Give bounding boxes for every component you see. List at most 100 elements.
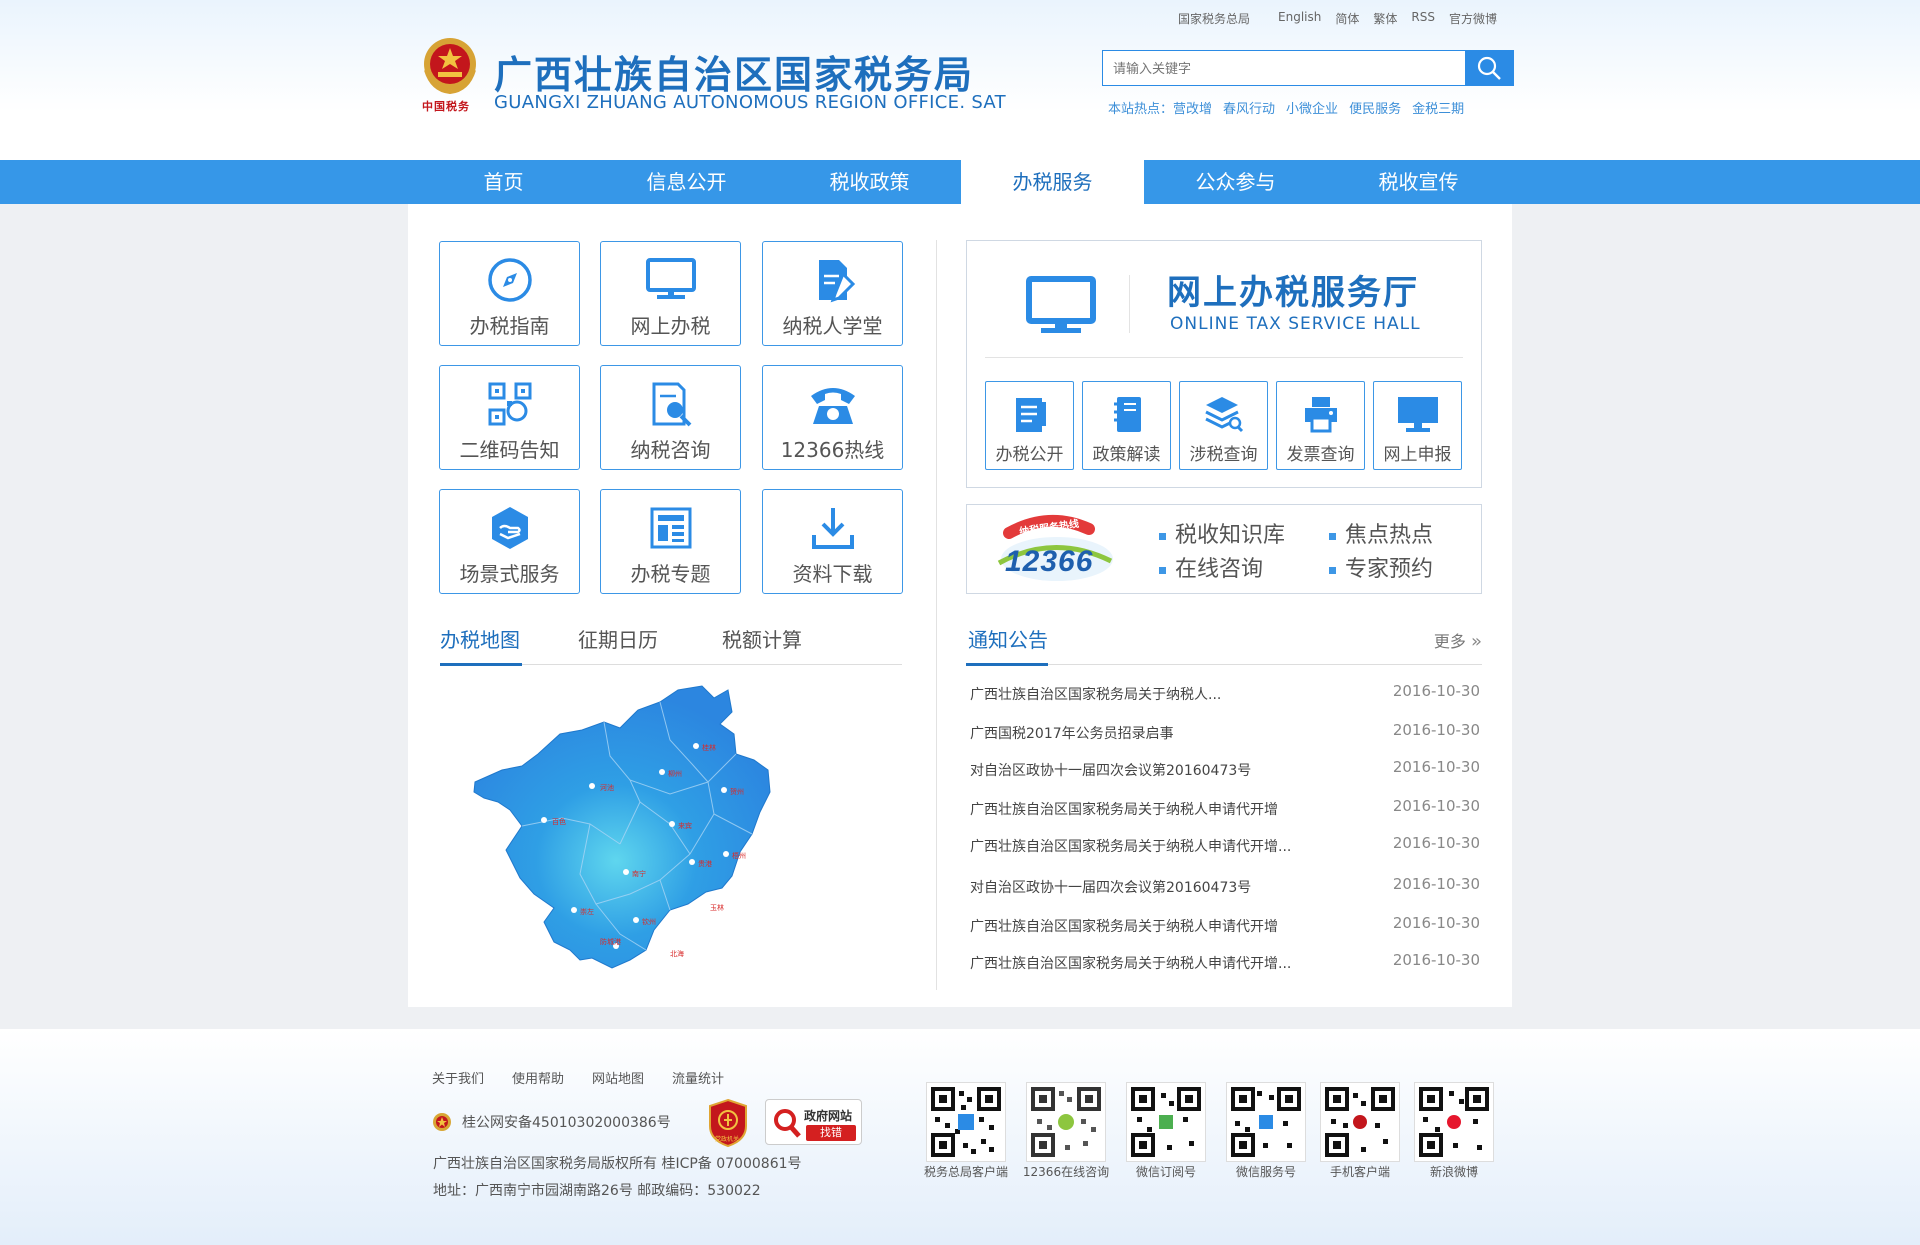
map-city-label[interactable]: 北海	[670, 949, 684, 958]
hand-box-icon	[491, 507, 528, 549]
hall-item-declare[interactable]: 网上申报	[1373, 381, 1462, 470]
service-label: 场景式服务	[459, 562, 560, 586]
download-tile[interactable]: 资料下载	[762, 489, 903, 594]
service-label: 纳税咨询	[630, 438, 711, 462]
footer-link-sitemap[interactable]: 网站地图	[592, 1068, 644, 1087]
nav-tax-service[interactable]: 办税服务	[961, 160, 1144, 206]
hot-link-small-business[interactable]: 小微企业	[1286, 98, 1338, 117]
hotline-12366-tile[interactable]: 12366热线	[762, 365, 903, 470]
top-link-english[interactable]: English	[1278, 10, 1321, 27]
hall-item-label: 网上申报	[1383, 445, 1452, 465]
top-link-traditional[interactable]: 繁体	[1373, 10, 1397, 27]
map-city-label[interactable]: 河池	[600, 783, 614, 792]
hall-item-policy[interactable]: 政策解读	[1082, 381, 1171, 470]
main-nav: 首页 信息公开 税收政策 办税服务 公众参与 税收宣传	[0, 160, 1920, 206]
hot-link-golden-tax[interactable]: 金税三期	[1412, 98, 1464, 117]
column-divider	[936, 240, 937, 990]
notice-row[interactable]: 广西壮族自治区国家税务局关于纳税人... 2016-10-30	[970, 682, 1480, 708]
map-city-label[interactable]: 钦州	[642, 917, 656, 926]
guangxi-map[interactable]: 桂林 柳州 河池 百色 贺州 来宾 梧州 南宁 贵港 崇左 玉林 钦州 防城港 …	[470, 684, 870, 974]
qrcode-wechat-subscribe[interactable]	[1126, 1082, 1206, 1162]
scenario-service-tile[interactable]: 场景式服务	[439, 489, 580, 594]
map-city-label[interactable]: 来宾	[678, 821, 692, 830]
footer-link-about[interactable]: 关于我们	[432, 1068, 484, 1087]
notice-row[interactable]: 广西国税2017年公务员招录启事 2016-10-30	[970, 721, 1480, 747]
service-guide-tile[interactable]: 办税指南	[439, 241, 580, 346]
police-record[interactable]: 桂公网安备45010302000386号	[432, 1112, 671, 1132]
hotline-logo-number: 12366	[1005, 545, 1094, 578]
hall-title-en: ONLINE TAX SERVICE HALL	[1170, 314, 1421, 334]
hall-item-query[interactable]: 涉税查询	[1179, 381, 1268, 470]
qrcode-mobile-client[interactable]	[1320, 1082, 1400, 1162]
qrcode-12366-consult[interactable]	[1026, 1082, 1106, 1162]
hall-item-invoice[interactable]: 发票查询	[1276, 381, 1365, 470]
online-consult-link[interactable]: 在线咨询	[1159, 551, 1263, 583]
layout-icon	[650, 507, 691, 549]
service-label: 纳税人学堂	[782, 314, 883, 338]
top-link-rss[interactable]: RSS	[1411, 10, 1435, 27]
notice-row[interactable]: 广西壮族自治区国家税务局关于纳税人申请代开增 2016-10-30	[970, 797, 1480, 823]
hall-title[interactable]: 网上办税服务厅	[1167, 265, 1419, 314]
tab-tax-map[interactable]: 办税地图	[440, 624, 520, 653]
taxpayer-school-tile[interactable]: 纳税人学堂	[762, 241, 903, 346]
map-city-label[interactable]: 百色	[552, 817, 566, 826]
knowledge-base-link[interactable]: 税收知识库	[1159, 517, 1285, 549]
notice-row[interactable]: 对自治区政协十一届四次会议第20160473号 2016-10-30	[970, 875, 1480, 901]
footer-link-stats[interactable]: 流量统计	[672, 1068, 724, 1087]
qrcode-label: 新浪微博	[1429, 1165, 1478, 1179]
hall-item-disclosure[interactable]: 办税公开	[985, 381, 1074, 470]
nav-info[interactable]: 信息公开	[595, 160, 778, 204]
tab-tax-calendar[interactable]: 征期日历	[578, 624, 658, 653]
police-badge-icon	[433, 1113, 451, 1131]
tax-consult-tile[interactable]: 纳税咨询	[600, 365, 741, 470]
nav-home[interactable]: 首页	[412, 160, 595, 204]
qrcode-wechat-service[interactable]	[1226, 1082, 1306, 1162]
map-city-label[interactable]: 贵港	[698, 859, 712, 868]
map-city-label[interactable]: 玉林	[710, 903, 724, 912]
notice-row[interactable]: 广西壮族自治区国家税务局关于纳税人申请代开增... 2016-10-30	[970, 951, 1480, 977]
online-hall-panel: 网上办税服务厅 ONLINE TAX SERVICE HALL 办税公开 政策解…	[966, 240, 1482, 488]
map-city-label[interactable]: 桂林	[702, 743, 716, 752]
online-tax-tile[interactable]: 网上办税	[600, 241, 741, 346]
hot-link-convenience[interactable]: 便民服务	[1349, 98, 1401, 117]
hot-label: 本站热点：	[1108, 102, 1174, 117]
nav-publicity[interactable]: 税收宣传	[1327, 160, 1510, 204]
nav-policy[interactable]: 税收政策	[778, 160, 961, 204]
footer-link-help[interactable]: 使用帮助	[512, 1068, 564, 1087]
map-city-label[interactable]: 贺州	[730, 787, 744, 796]
map-city-label[interactable]: 梧州	[732, 851, 746, 860]
service-label: 办税指南	[469, 314, 550, 338]
tax-topic-tile[interactable]: 办税专题	[600, 489, 741, 594]
notice-title-underline	[966, 663, 1048, 666]
hotline-12366-logo[interactable]: 纳税服务热线 12366	[989, 513, 1119, 587]
notice-row[interactable]: 对自治区政协十一届四次会议第20160473号 2016-10-30	[970, 758, 1480, 784]
site-title: 广西壮族自治区国家税务局	[494, 53, 975, 97]
expert-booking-link[interactable]: 专家预约	[1329, 551, 1433, 583]
service-label: 12366热线	[780, 438, 885, 462]
map-city-label[interactable]: 南宁	[632, 869, 646, 878]
notice-row[interactable]: 广西壮族自治区国家税务局关于纳税人申请代开增... 2016-10-30	[970, 834, 1480, 860]
more-link[interactable]: 更多 »	[1434, 628, 1482, 652]
hot-link-spring[interactable]: 春风行动	[1223, 98, 1275, 117]
qrcode-notice-tile[interactable]: 二维码告知	[439, 365, 580, 470]
map-city-label[interactable]: 崇左	[580, 907, 594, 916]
qrcode-sina-weibo[interactable]	[1414, 1082, 1494, 1162]
top-link-weibo[interactable]: 官方微博	[1449, 10, 1497, 27]
search-input[interactable]	[1103, 51, 1465, 85]
top-link-sat[interactable]: 国家税务总局	[1178, 10, 1250, 27]
tab-tax-calculator[interactable]: 税额计算	[722, 624, 802, 653]
search-button[interactable]	[1465, 51, 1513, 85]
map-city-label[interactable]: 防城港	[600, 937, 621, 946]
party-government-badge[interactable]: 党政机关	[708, 1098, 748, 1148]
focus-topics-link[interactable]: 焦点热点	[1329, 517, 1433, 549]
hot-link-vat[interactable]: 营改增	[1173, 98, 1212, 117]
tax-emblem-logo[interactable]: 中国税务	[418, 34, 482, 114]
map-city-label[interactable]: 柳州	[668, 769, 682, 778]
nav-participation[interactable]: 公众参与	[1144, 160, 1327, 204]
double-chevron-right-icon: »	[1470, 631, 1482, 652]
notice-title[interactable]: 通知公告	[968, 624, 1048, 653]
notice-row[interactable]: 广西壮族自治区国家税务局关于纳税人申请代开增 2016-10-30	[970, 914, 1480, 940]
gov-site-error-report-badge[interactable]: 政府网站 找错	[765, 1099, 862, 1145]
qrcode-sat-client[interactable]	[926, 1082, 1006, 1162]
top-link-simplified[interactable]: 简体	[1335, 10, 1359, 27]
